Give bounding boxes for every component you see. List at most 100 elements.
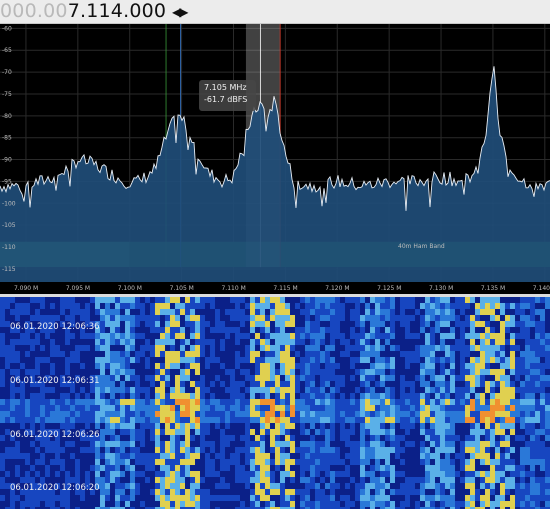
waterfall-cell bbox=[505, 441, 510, 447]
waterfall-cell bbox=[235, 315, 240, 321]
waterfall-cell bbox=[110, 381, 115, 387]
waterfall-cell bbox=[305, 393, 310, 399]
waterfall-cell bbox=[335, 297, 340, 303]
waterfall-cell bbox=[175, 351, 180, 357]
waterfall-cell bbox=[315, 333, 320, 339]
waterfall-cell bbox=[390, 387, 395, 393]
waterfall-cell bbox=[545, 351, 550, 357]
waterfall-cell bbox=[425, 357, 430, 363]
waterfall-cell bbox=[520, 399, 525, 405]
waterfall-cell bbox=[285, 405, 290, 411]
waterfall-cell bbox=[540, 381, 545, 387]
waterfall-cell bbox=[200, 333, 205, 339]
waterfall-cell bbox=[185, 405, 190, 411]
waterfall-cell bbox=[115, 363, 120, 369]
waterfall-cell bbox=[5, 297, 10, 303]
waterfall-cell bbox=[90, 447, 95, 453]
waterfall-cell bbox=[115, 303, 120, 309]
waterfall-cell bbox=[95, 333, 100, 339]
waterfall-cell bbox=[350, 423, 355, 429]
waterfall-cell bbox=[405, 429, 410, 435]
waterfall-cell bbox=[275, 345, 280, 351]
waterfall-cell bbox=[545, 375, 550, 381]
frequency-step-arrows-icon[interactable]: ◀▶ bbox=[172, 0, 189, 24]
waterfall-display[interactable]: 06.01.2020 12:06:36 06.01.2020 12:06:31 … bbox=[0, 297, 550, 509]
waterfall-cell bbox=[250, 447, 255, 453]
waterfall-cell bbox=[235, 297, 240, 303]
waterfall-cell bbox=[190, 501, 195, 507]
waterfall-cell bbox=[350, 375, 355, 381]
waterfall-cell bbox=[155, 327, 160, 333]
waterfall-cell bbox=[520, 411, 525, 417]
waterfall-cell bbox=[165, 495, 170, 501]
waterfall-cell bbox=[445, 387, 450, 393]
waterfall-cell bbox=[540, 351, 545, 357]
waterfall-cell bbox=[285, 369, 290, 375]
waterfall-cell bbox=[280, 495, 285, 501]
waterfall-cell bbox=[15, 417, 20, 423]
waterfall-cell bbox=[195, 489, 200, 495]
waterfall-cell bbox=[275, 465, 280, 471]
waterfall-cell bbox=[125, 399, 130, 405]
waterfall-cell bbox=[290, 417, 295, 423]
waterfall-cell bbox=[255, 483, 260, 489]
waterfall-cell bbox=[440, 399, 445, 405]
waterfall-cell bbox=[530, 303, 535, 309]
waterfall-cell bbox=[370, 375, 375, 381]
band-label: 40m Ham Band bbox=[398, 243, 445, 250]
waterfall-cell bbox=[180, 333, 185, 339]
waterfall-cell bbox=[410, 411, 415, 417]
waterfall-cell bbox=[300, 375, 305, 381]
waterfall-cell bbox=[50, 447, 55, 453]
waterfall-cell bbox=[165, 441, 170, 447]
waterfall-cell bbox=[475, 429, 480, 435]
waterfall-cell bbox=[185, 417, 190, 423]
waterfall-cell bbox=[105, 333, 110, 339]
waterfall-cell bbox=[140, 453, 145, 459]
waterfall-cell bbox=[410, 315, 415, 321]
waterfall-cell bbox=[310, 297, 315, 303]
waterfall-cell bbox=[370, 471, 375, 477]
waterfall-cell bbox=[120, 417, 125, 423]
spectrum-plot[interactable]: -60 -65 -70 -75 -80 -85 -90 -95 -100 -105 -110 -115… bbox=[0, 24, 550, 294]
waterfall-cell bbox=[15, 453, 20, 459]
frequency-display[interactable]: 000.007.114.000 bbox=[0, 0, 166, 23]
waterfall-cell bbox=[195, 387, 200, 393]
waterfall-cell bbox=[180, 429, 185, 435]
waterfall-cell bbox=[360, 381, 365, 387]
waterfall-cell bbox=[360, 345, 365, 351]
waterfall-cell bbox=[460, 327, 465, 333]
waterfall-cell bbox=[270, 297, 275, 303]
waterfall-cell bbox=[205, 297, 210, 303]
waterfall-cell bbox=[185, 423, 190, 429]
waterfall-cell bbox=[350, 309, 355, 315]
waterfall-cell bbox=[320, 339, 325, 345]
waterfall-cell bbox=[500, 321, 505, 327]
waterfall-cell bbox=[325, 309, 330, 315]
waterfall-cell bbox=[480, 429, 485, 435]
waterfall-cell bbox=[60, 501, 65, 507]
waterfall-cell bbox=[480, 399, 485, 405]
waterfall-cell bbox=[390, 333, 395, 339]
waterfall-cell bbox=[45, 411, 50, 417]
waterfall-cell bbox=[265, 315, 270, 321]
waterfall-cell bbox=[115, 411, 120, 417]
waterfall-cell bbox=[85, 303, 90, 309]
waterfall-cell bbox=[520, 363, 525, 369]
waterfall-cell bbox=[165, 339, 170, 345]
waterfall-cell bbox=[300, 429, 305, 435]
waterfall-cell bbox=[540, 447, 545, 453]
waterfall-cell bbox=[150, 381, 155, 387]
waterfall-cell bbox=[310, 459, 315, 465]
waterfall-cell bbox=[130, 453, 135, 459]
waterfall-cell bbox=[280, 429, 285, 435]
waterfall-cell bbox=[280, 501, 285, 507]
waterfall-cell bbox=[190, 483, 195, 489]
waterfall-cell bbox=[155, 309, 160, 315]
waterfall-cell bbox=[205, 321, 210, 327]
waterfall-cell bbox=[200, 321, 205, 327]
waterfall-cell bbox=[425, 363, 430, 369]
waterfall-cell bbox=[380, 417, 385, 423]
waterfall-cell bbox=[275, 411, 280, 417]
waterfall-cell bbox=[145, 405, 150, 411]
